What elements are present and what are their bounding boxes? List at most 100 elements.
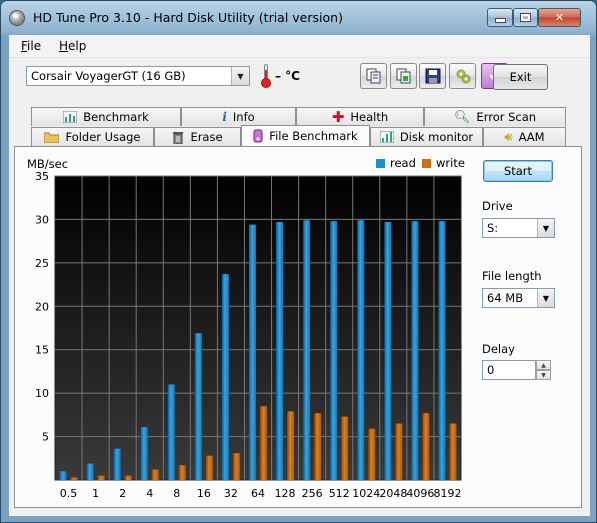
tab-benchmark[interactable]: Benchmark: [31, 107, 181, 126]
delay-down-button[interactable]: ▼: [536, 370, 551, 380]
file-benchmark-icon: [253, 129, 263, 143]
close-button[interactable]: ✕: [538, 8, 581, 27]
x-tick-label: 4096: [406, 487, 434, 500]
disk-monitor-icon: [379, 131, 394, 143]
copy-screenshot-icon: [396, 68, 410, 84]
start-button[interactable]: Start: [483, 160, 553, 182]
tab-disk-monitor[interactable]: Disk monitor: [370, 127, 483, 146]
x-tick-label: 1024: [352, 487, 380, 500]
tab-aam-label: AAM: [518, 130, 545, 144]
delay-input[interactable]: 0: [482, 360, 536, 380]
delay-up-button[interactable]: ▲: [536, 360, 551, 370]
bar-write: [178, 465, 186, 480]
menu-file[interactable]: File: [21, 39, 41, 53]
bar-write: [341, 416, 349, 480]
delay-label: Delay: [482, 342, 515, 356]
window-title: HD Tune Pro 3.10 - Hard Disk Utility (tr…: [33, 10, 343, 25]
exit-button[interactable]: Exit: [493, 64, 548, 90]
y-tick-label: 25: [35, 257, 49, 270]
options-button[interactable]: [449, 63, 476, 89]
tab-folder-usage[interactable]: Folder Usage: [31, 127, 154, 146]
info-icon: i: [222, 110, 227, 124]
bar-read: [59, 471, 67, 480]
y-tick-label: 15: [35, 344, 49, 357]
save-icon: [425, 68, 440, 84]
bar-read: [384, 222, 392, 480]
x-tick-label: 8: [173, 487, 180, 500]
bar-read: [357, 220, 365, 480]
maximize-button[interactable]: [513, 8, 538, 27]
x-tick-label: 256: [302, 487, 323, 500]
bar-read: [221, 274, 229, 480]
x-tick-label: 8192: [433, 487, 461, 500]
y-tick-label: 35: [35, 170, 49, 183]
copy-screenshot-button[interactable]: [390, 63, 417, 89]
drive-selector-value: Corsair VoyagerGT (16 GB): [31, 69, 186, 83]
x-tick-label: 512: [329, 487, 350, 500]
bar-read: [140, 427, 148, 480]
file-length-label: File length: [482, 269, 542, 283]
tab-health-label: Health: [350, 110, 389, 124]
bar-write: [97, 475, 105, 480]
speaker-icon: 🔊︎: [504, 129, 513, 145]
client-area: File Help Corsair VoyagerGT (16 GB) ▼ – …: [9, 35, 590, 516]
x-tick-label: 0.5: [60, 487, 78, 500]
bar-read: [167, 384, 175, 480]
maximize-icon: [520, 13, 531, 22]
drive-label: Drive: [482, 199, 513, 213]
title-bar[interactable]: HD Tune Pro 3.10 - Hard Disk Utility (tr…: [1, 1, 596, 35]
bar-write: [151, 469, 159, 480]
y-tick-label: 20: [35, 300, 49, 313]
close-icon: ✕: [554, 11, 565, 24]
tab-info-label: Info: [232, 110, 255, 124]
bar-write: [314, 413, 322, 480]
bar-write: [260, 406, 267, 480]
copy-info-icon: [366, 68, 380, 84]
drive-combo-value: S:: [487, 221, 499, 235]
bar-write: [287, 411, 295, 480]
bar-read: [303, 220, 311, 480]
bar-write: [395, 423, 403, 480]
file-length-value: 64 MB: [487, 291, 524, 305]
benchmark-icon: [63, 111, 78, 123]
tab-info[interactable]: i Info: [181, 107, 296, 126]
file-length-combo[interactable]: 64 MB ▼: [482, 288, 555, 308]
chevron-down-icon: ▼: [231, 67, 249, 85]
app-window: HD Tune Pro 3.10 - Hard Disk Utility (tr…: [0, 0, 597, 523]
y-tick-label: 5: [42, 431, 49, 444]
copy-info-button[interactable]: [360, 63, 387, 89]
temperature-readout: – °C: [275, 69, 300, 83]
bar-write: [70, 477, 78, 480]
y-tick-label: 30: [35, 213, 49, 226]
bar-write: [205, 455, 213, 480]
tab-file-benchmark[interactable]: File Benchmark: [241, 125, 370, 146]
tab-benchmark-label: Benchmark: [83, 110, 149, 124]
health-cross-icon: ✚: [331, 108, 345, 126]
tab-aam[interactable]: 🔊︎ AAM: [483, 127, 566, 146]
trash-icon: [173, 132, 184, 144]
tab-file-benchmark-label: File Benchmark: [269, 129, 358, 143]
tab-error-scan[interactable]: 🔍︎ Error Scan: [424, 107, 566, 126]
drive-selector[interactable]: Corsair VoyagerGT (16 GB) ▼: [26, 66, 250, 86]
drive-combo[interactable]: S: ▼: [482, 218, 555, 238]
tab-health[interactable]: ✚ Health: [296, 107, 424, 126]
bar-read: [411, 221, 419, 480]
bar-read: [249, 224, 256, 480]
tab-disk-monitor-label: Disk monitor: [399, 130, 474, 144]
tab-error-scan-label: Error Scan: [476, 110, 537, 124]
menu-help[interactable]: Help: [59, 39, 86, 53]
arrow-up-icon: ▲: [541, 361, 546, 369]
options-icon: [456, 69, 470, 84]
x-tick-label: 4: [146, 487, 153, 500]
minimize-button[interactable]: [487, 8, 513, 27]
app-icon: [9, 10, 25, 26]
x-tick-label: 128: [275, 487, 296, 500]
save-button[interactable]: [419, 63, 446, 89]
y-tick-label: 10: [35, 387, 49, 400]
x-tick-label: 2: [119, 487, 126, 500]
bar-read: [194, 333, 202, 480]
x-tick-label: 16: [197, 487, 211, 500]
tab-folder-usage-label: Folder Usage: [65, 130, 141, 144]
tab-erase[interactable]: Erase: [154, 127, 241, 146]
x-tick-label: 2048: [379, 487, 407, 500]
